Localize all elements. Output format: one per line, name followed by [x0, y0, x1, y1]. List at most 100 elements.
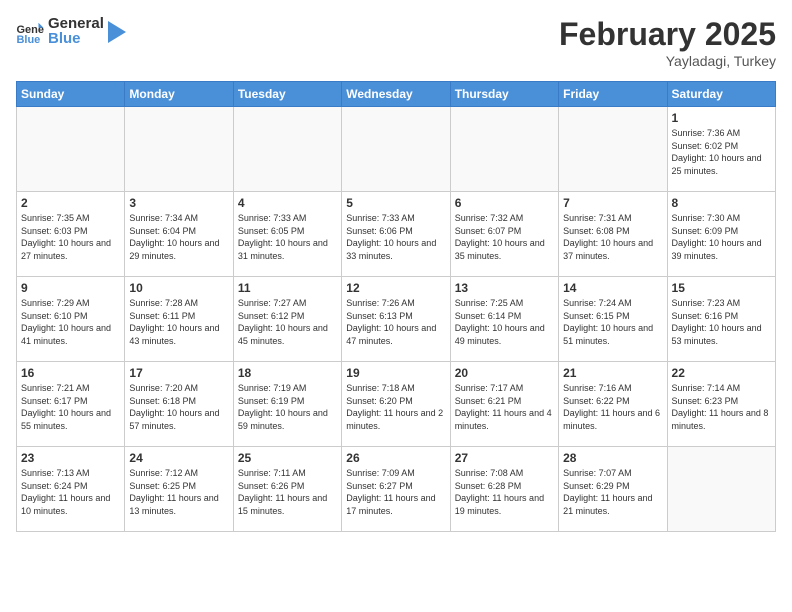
logo-blue-text: Blue — [48, 31, 104, 48]
calendar-cell: 19 Sunrise: 7:18 AM Sunset: 6:20 PM Dayli… — [342, 362, 450, 447]
day-number: 22 — [672, 366, 771, 380]
calendar-cell: 9 Sunrise: 7:29 AM Sunset: 6:10 PM Daylig… — [17, 277, 125, 362]
weekday-header-saturday: Saturday — [667, 82, 775, 107]
calendar-cell: 23 Sunrise: 7:13 AM Sunset: 6:24 PM Dayli… — [17, 447, 125, 532]
day-number: 23 — [21, 451, 120, 465]
logo-arrow-icon — [108, 21, 126, 43]
day-info: Sunrise: 7:14 AM Sunset: 6:23 PM Dayligh… — [672, 382, 771, 432]
calendar-cell: 26Sunrise: 7:09 AM Sunset: 6:27 PM Dayli… — [342, 447, 450, 532]
day-number: 26 — [346, 451, 445, 465]
weekday-header-monday: Monday — [125, 82, 233, 107]
month-title: February 2025 — [559, 16, 776, 53]
calendar-cell: 16 Sunrise: 7:21 AM Sunset: 6:17 PM Dayli… — [17, 362, 125, 447]
day-info: Sunrise: 7:13 AM Sunset: 6:24 PM Dayligh… — [21, 467, 120, 517]
day-number: 16 — [21, 366, 120, 380]
day-info: Sunrise: 7:30 AM Sunset: 6:09 PM Dayligh… — [672, 212, 771, 262]
day-number: 18 — [238, 366, 337, 380]
calendar-cell: 3 Sunrise: 7:34 AM Sunset: 6:04 PM Daylig… — [125, 192, 233, 277]
day-info: Sunrise: 7:36 AM Sunset: 6:02 PM Dayligh… — [672, 127, 771, 177]
day-info: Sunrise: 7:33 AM Sunset: 6:06 PM Dayligh… — [346, 212, 445, 262]
weekday-header-sunday: Sunday — [17, 82, 125, 107]
day-info: Sunrise: 7:16 AM Sunset: 6:22 PM Dayligh… — [563, 382, 662, 432]
calendar-cell: 5 Sunrise: 7:33 AM Sunset: 6:06 PM Daylig… — [342, 192, 450, 277]
day-number: 4 — [238, 196, 337, 210]
logo-icon: General Blue — [16, 21, 44, 43]
calendar-cell: 4 Sunrise: 7:33 AM Sunset: 6:05 PM Daylig… — [233, 192, 341, 277]
calendar-cell: 10 Sunrise: 7:28 AM Sunset: 6:11 PM Dayli… — [125, 277, 233, 362]
svg-text:Blue: Blue — [16, 34, 40, 43]
day-number: 2 — [21, 196, 120, 210]
calendar-cell — [450, 107, 558, 192]
day-number: 20 — [455, 366, 554, 380]
day-number: 28 — [563, 451, 662, 465]
calendar-cell: 14Sunrise: 7:24 AM Sunset: 6:15 PM Dayli… — [559, 277, 667, 362]
calendar-cell — [559, 107, 667, 192]
calendar-cell: 20 Sunrise: 7:17 AM Sunset: 6:21 PM Dayli… — [450, 362, 558, 447]
day-number: 25 — [238, 451, 337, 465]
week-row-5: 23 Sunrise: 7:13 AM Sunset: 6:24 PM Dayli… — [17, 447, 776, 532]
week-row-3: 9 Sunrise: 7:29 AM Sunset: 6:10 PM Daylig… — [17, 277, 776, 362]
day-info: Sunrise: 7:21 AM Sunset: 6:17 PM Dayligh… — [21, 382, 120, 432]
day-info: Sunrise: 7:28 AM Sunset: 6:11 PM Dayligh… — [129, 297, 228, 347]
calendar-cell: 6Sunrise: 7:32 AM Sunset: 6:07 PM Daylig… — [450, 192, 558, 277]
day-number: 17 — [129, 366, 228, 380]
weekday-header-thursday: Thursday — [450, 82, 558, 107]
day-info: Sunrise: 7:08 AM Sunset: 6:28 PM Dayligh… — [455, 467, 554, 517]
day-number: 24 — [129, 451, 228, 465]
location-title: Yayladagi, Turkey — [559, 53, 776, 69]
day-number: 13 — [455, 281, 554, 295]
calendar-cell — [667, 447, 775, 532]
calendar-cell: 1 Sunrise: 7:36 AM Sunset: 6:02 PM Daylig… — [667, 107, 775, 192]
day-number: 10 — [129, 281, 228, 295]
day-info: Sunrise: 7:17 AM Sunset: 6:21 PM Dayligh… — [455, 382, 554, 432]
day-info: Sunrise: 7:25 AM Sunset: 6:14 PM Dayligh… — [455, 297, 554, 347]
day-info: Sunrise: 7:11 AM Sunset: 6:26 PM Dayligh… — [238, 467, 337, 517]
week-row-2: 2 Sunrise: 7:35 AM Sunset: 6:03 PM Daylig… — [17, 192, 776, 277]
calendar-cell: 24 Sunrise: 7:12 AM Sunset: 6:25 PM Dayli… — [125, 447, 233, 532]
day-info: Sunrise: 7:18 AM Sunset: 6:20 PM Dayligh… — [346, 382, 445, 432]
logo: General Blue General Blue — [16, 16, 126, 47]
calendar-cell: 11 Sunrise: 7:27 AM Sunset: 6:12 PM Dayli… — [233, 277, 341, 362]
day-info: Sunrise: 7:07 AM Sunset: 6:29 PM Dayligh… — [563, 467, 662, 517]
day-info: Sunrise: 7:35 AM Sunset: 6:03 PM Dayligh… — [21, 212, 120, 262]
calendar-cell: 13 Sunrise: 7:25 AM Sunset: 6:14 PM Dayli… — [450, 277, 558, 362]
day-number: 7 — [563, 196, 662, 210]
calendar-table: SundayMondayTuesdayWednesdayThursdayFrid… — [16, 81, 776, 532]
day-number: 8 — [672, 196, 771, 210]
day-info: Sunrise: 7:20 AM Sunset: 6:18 PM Dayligh… — [129, 382, 228, 432]
day-number: 1 — [672, 111, 771, 125]
calendar-cell — [342, 107, 450, 192]
day-number: 12 — [346, 281, 445, 295]
calendar-cell: 21 Sunrise: 7:16 AM Sunset: 6:22 PM Dayli… — [559, 362, 667, 447]
calendar-cell: 18Sunrise: 7:19 AM Sunset: 6:19 PM Dayli… — [233, 362, 341, 447]
day-info: Sunrise: 7:27 AM Sunset: 6:12 PM Dayligh… — [238, 297, 337, 347]
calendar-cell: 12 Sunrise: 7:26 AM Sunset: 6:13 PM Dayli… — [342, 277, 450, 362]
day-info: Sunrise: 7:31 AM Sunset: 6:08 PM Dayligh… — [563, 212, 662, 262]
calendar-cell: 25 Sunrise: 7:11 AM Sunset: 6:26 PM Dayli… — [233, 447, 341, 532]
calendar-cell: 17 Sunrise: 7:20 AM Sunset: 6:18 PM Dayli… — [125, 362, 233, 447]
day-number: 21 — [563, 366, 662, 380]
day-number: 19 — [346, 366, 445, 380]
day-info: Sunrise: 7:34 AM Sunset: 6:04 PM Dayligh… — [129, 212, 228, 262]
calendar-cell — [17, 107, 125, 192]
day-number: 14 — [563, 281, 662, 295]
day-info: Sunrise: 7:23 AM Sunset: 6:16 PM Dayligh… — [672, 297, 771, 347]
calendar-cell: 15 Sunrise: 7:23 AM Sunset: 6:16 PM Dayli… — [667, 277, 775, 362]
week-row-4: 16 Sunrise: 7:21 AM Sunset: 6:17 PM Dayli… — [17, 362, 776, 447]
calendar-cell: 22 Sunrise: 7:14 AM Sunset: 6:23 PM Dayli… — [667, 362, 775, 447]
weekday-header-row: SundayMondayTuesdayWednesdayThursdayFrid… — [17, 82, 776, 107]
calendar-cell — [125, 107, 233, 192]
weekday-header-wednesday: Wednesday — [342, 82, 450, 107]
day-info: Sunrise: 7:26 AM Sunset: 6:13 PM Dayligh… — [346, 297, 445, 347]
day-number: 11 — [238, 281, 337, 295]
day-number: 9 — [21, 281, 120, 295]
day-info: Sunrise: 7:12 AM Sunset: 6:25 PM Dayligh… — [129, 467, 228, 517]
day-number: 3 — [129, 196, 228, 210]
day-number: 5 — [346, 196, 445, 210]
day-info: Sunrise: 7:29 AM Sunset: 6:10 PM Dayligh… — [21, 297, 120, 347]
day-number: 15 — [672, 281, 771, 295]
calendar-cell: 8 Sunrise: 7:30 AM Sunset: 6:09 PM Daylig… — [667, 192, 775, 277]
day-info: Sunrise: 7:33 AM Sunset: 6:05 PM Dayligh… — [238, 212, 337, 262]
day-info: Sunrise: 7:32 AM Sunset: 6:07 PM Dayligh… — [455, 212, 554, 262]
week-row-1: 1 Sunrise: 7:36 AM Sunset: 6:02 PM Daylig… — [17, 107, 776, 192]
